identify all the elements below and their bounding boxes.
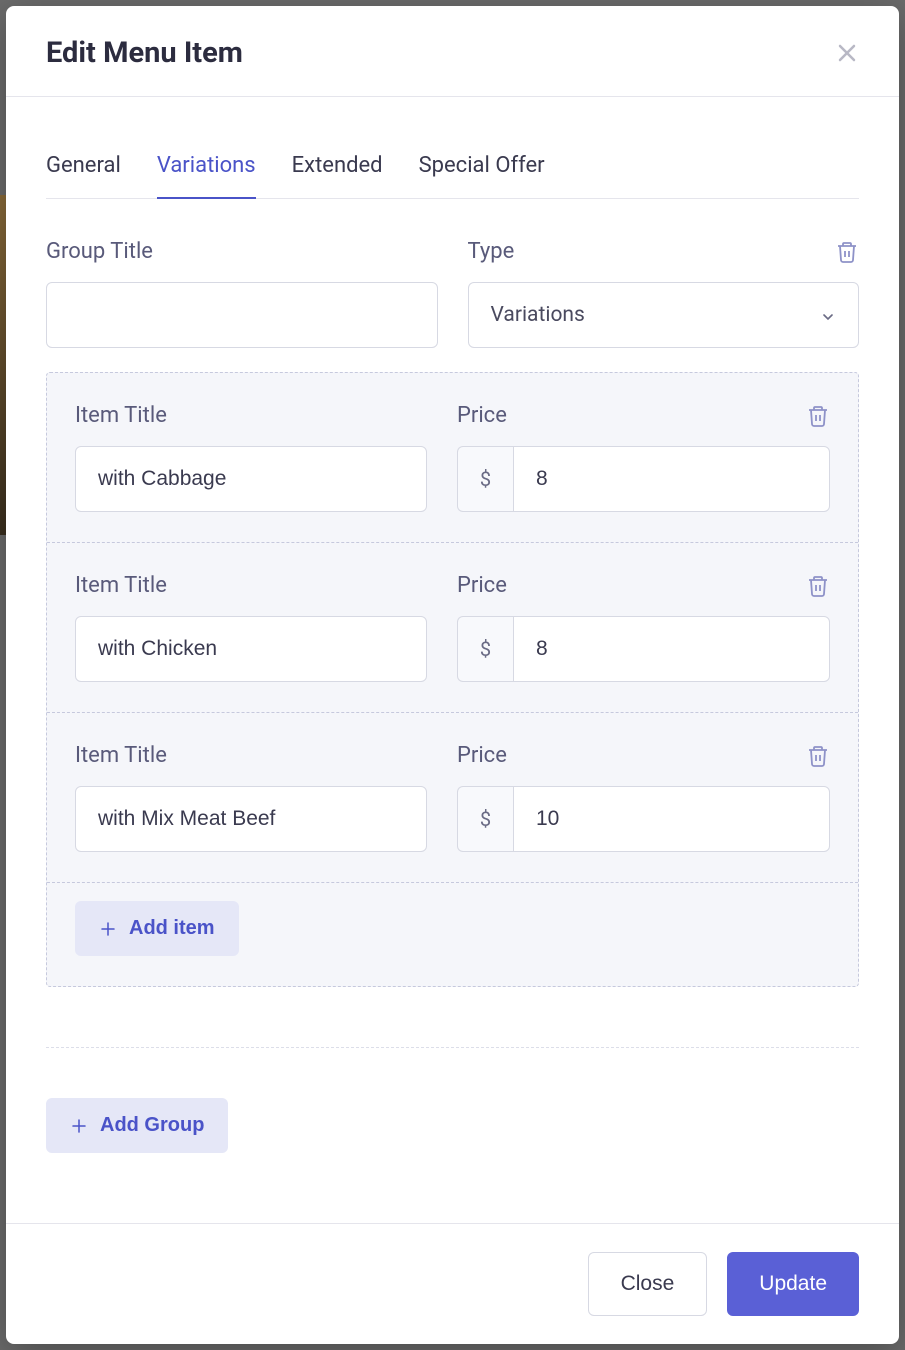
add-group-button[interactable]: Add Group [46,1098,228,1153]
currency-prefix: $ [457,446,513,512]
tabs: General Variations Extended Special Offe… [46,137,859,199]
type-field: Type Variations [468,239,860,348]
variations-list: Item Title Price [46,372,859,987]
price-label: Price [457,573,507,598]
variation-row: Item Title Price [47,543,858,713]
group-title-field: Group Title [46,239,438,348]
plus-icon [70,1117,88,1135]
item-title-label: Item Title [75,403,167,428]
type-label: Type [468,239,515,264]
modal-title: Edit Menu Item [46,36,243,70]
item-title-input[interactable] [75,786,427,852]
item-title-input[interactable] [75,446,427,512]
tab-special-offer[interactable]: Special Offer [419,137,545,198]
tab-extended[interactable]: Extended [292,137,383,198]
chevron-down-icon [820,307,836,323]
trash-icon[interactable] [806,744,830,768]
currency-prefix: $ [457,616,513,682]
add-item-label: Add item [129,917,215,940]
price-input[interactable] [513,446,830,512]
close-icon[interactable] [835,41,859,65]
group-section: Group Title Type Variations [46,239,859,348]
type-select[interactable]: Variations [468,282,860,348]
modal-header: Edit Menu Item [6,6,899,97]
tab-general[interactable]: General [46,137,121,198]
tab-variations[interactable]: Variations [157,137,256,198]
item-title-label: Item Title [75,573,167,598]
plus-icon [99,920,117,938]
modal-footer: Close Update [6,1223,899,1344]
trash-icon[interactable] [806,574,830,598]
add-item-button[interactable]: Add item [75,901,239,956]
currency-prefix: $ [457,786,513,852]
divider [46,1047,859,1048]
item-title-label: Item Title [75,743,167,768]
add-group-label: Add Group [100,1114,204,1137]
edit-menu-item-modal: Edit Menu Item General Variations Extend… [6,6,899,1344]
group-title-label: Group Title [46,239,153,264]
variation-row: Item Title Price [47,713,858,883]
modal-body: General Variations Extended Special Offe… [6,97,899,1223]
close-button[interactable]: Close [588,1252,708,1316]
update-button[interactable]: Update [727,1252,859,1316]
item-title-input[interactable] [75,616,427,682]
trash-icon[interactable] [806,404,830,428]
price-label: Price [457,743,507,768]
price-input[interactable] [513,786,830,852]
group-title-input[interactable] [46,282,438,348]
variation-row: Item Title Price [47,373,858,543]
type-select-value: Variations [491,303,585,327]
price-input[interactable] [513,616,830,682]
trash-icon[interactable] [835,240,859,264]
price-label: Price [457,403,507,428]
